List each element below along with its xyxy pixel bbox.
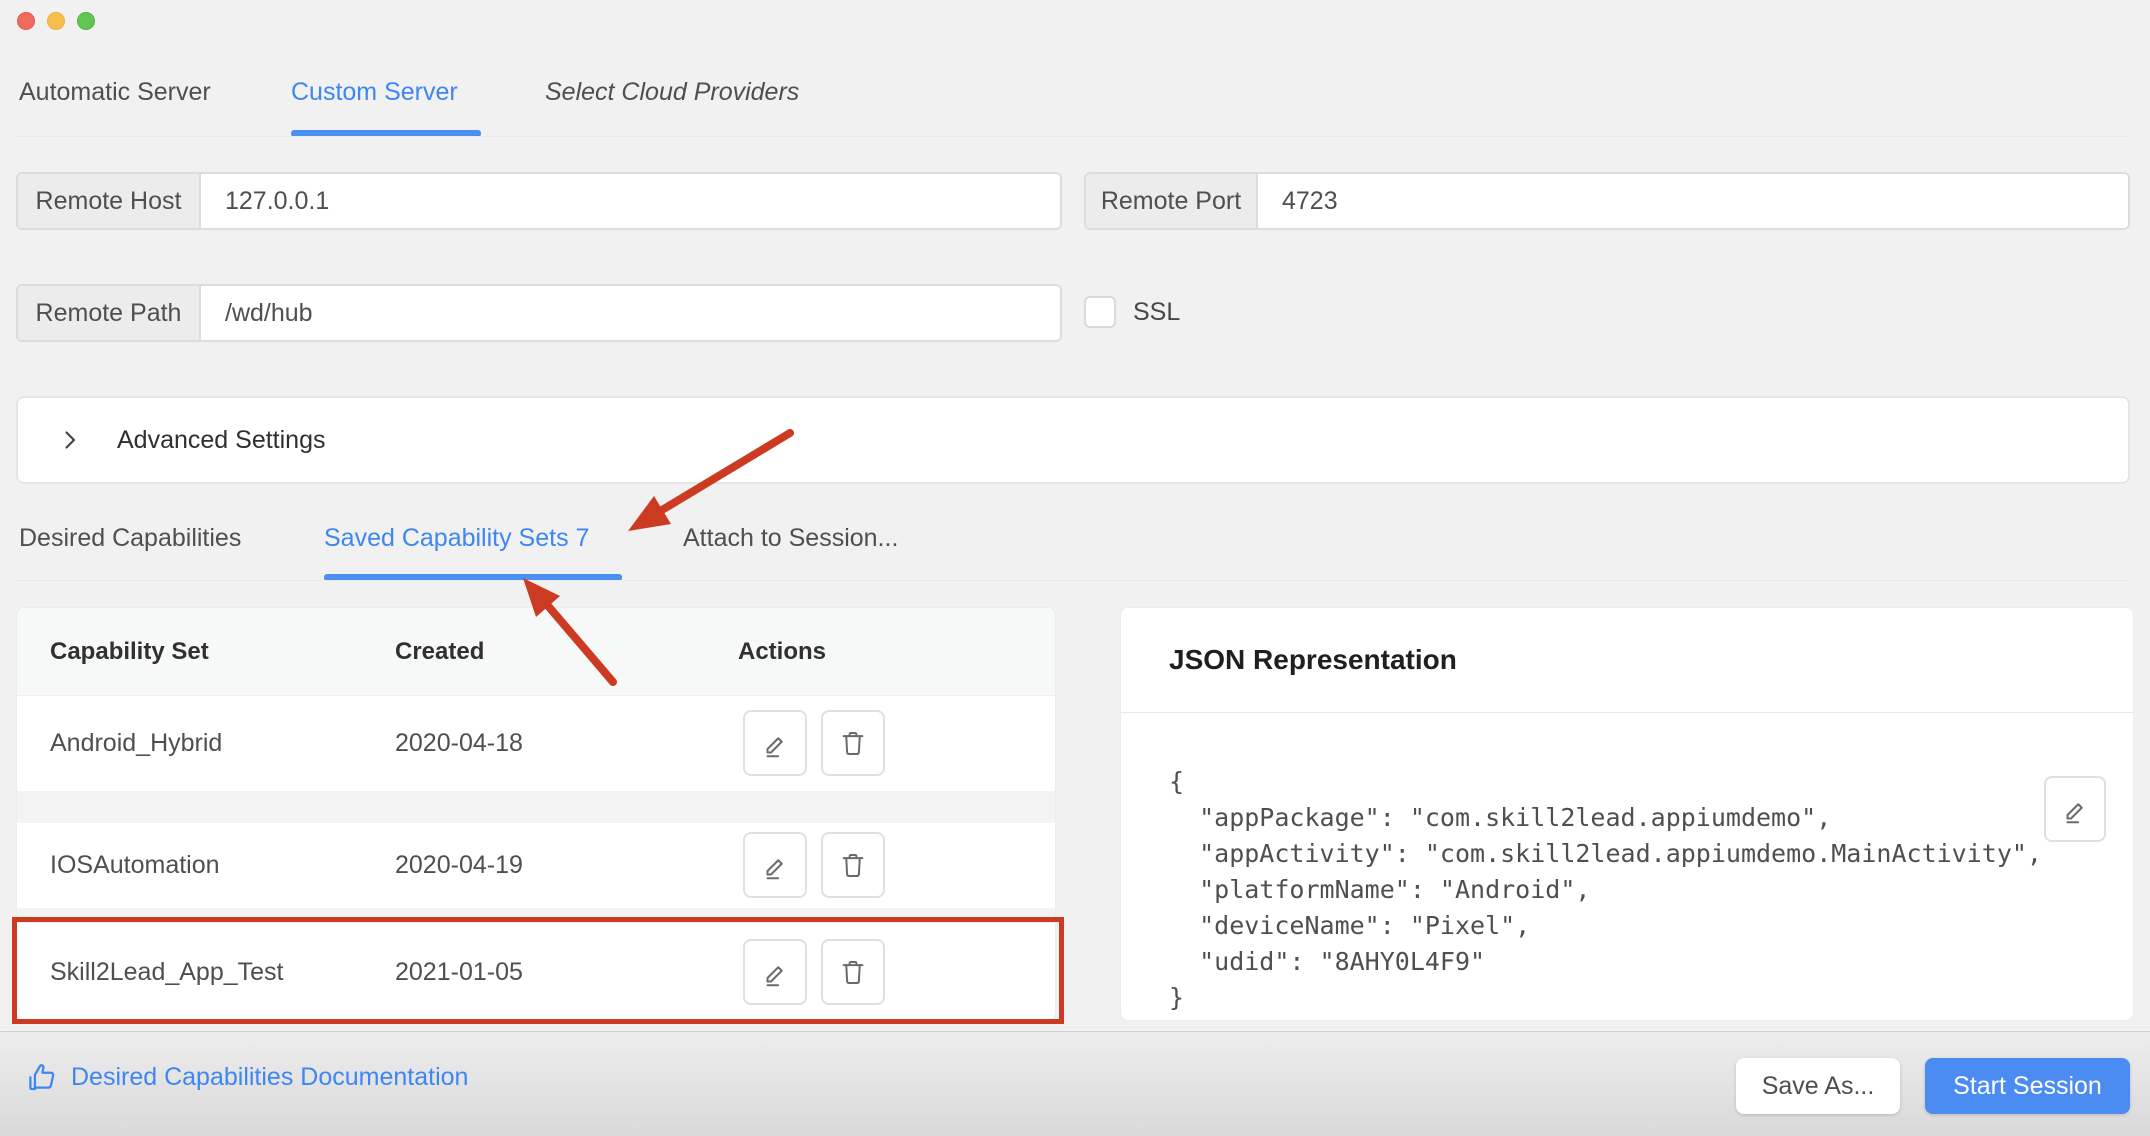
trash-icon xyxy=(842,961,864,984)
edit-button[interactable] xyxy=(743,939,807,1005)
thumbs-up-icon xyxy=(29,1064,55,1091)
capability-set-created: 2020-04-19 xyxy=(395,851,523,879)
json-line: "deviceName": "Pixel", xyxy=(1169,911,1531,940)
delete-button[interactable] xyxy=(821,710,885,776)
edit-button[interactable] xyxy=(743,832,807,898)
table-row[interactable]: Android_Hybrid 2020-04-18 xyxy=(17,696,1055,791)
table-header: Capability Set Created Actions xyxy=(17,608,1055,696)
delete-button[interactable] xyxy=(821,832,885,898)
trash-icon xyxy=(842,732,864,755)
table-row[interactable]: Skill2Lead_App_Test 2021-01-05 xyxy=(17,923,1055,1020)
remote-path-input[interactable] xyxy=(201,286,1060,340)
json-code-block: { "appPackage": "com.skill2lead.appiumde… xyxy=(1169,764,2042,1016)
chevron-right-icon xyxy=(65,431,76,449)
remote-port-input[interactable] xyxy=(1258,174,2128,228)
save-as-button[interactable]: Save As... xyxy=(1736,1058,1900,1114)
capability-set-created: 2020-04-18 xyxy=(395,729,523,757)
json-line: "platformName": "Android", xyxy=(1169,875,1591,904)
remote-host-field: Remote Host xyxy=(16,172,1062,230)
tab-bar-divider xyxy=(16,136,2130,137)
pencil-icon xyxy=(766,737,783,758)
footer-bar: Desired Capabilities Documentation Save … xyxy=(0,1031,2150,1136)
json-line: "udid": "8AHY0L4F9" xyxy=(1169,947,1486,976)
tab-desired-capabilities[interactable]: Desired Capabilities xyxy=(19,524,241,553)
table-row[interactable]: IOSAutomation 2020-04-19 xyxy=(17,823,1055,908)
remote-port-label: Remote Port xyxy=(1086,174,1258,228)
column-created: Created xyxy=(395,637,485,665)
capability-set-name: IOSAutomation xyxy=(50,851,220,879)
divider xyxy=(1121,712,2133,713)
doc-link-label: Desired Capabilities Documentation xyxy=(71,1062,469,1091)
ssl-checkbox[interactable] xyxy=(1084,296,1116,328)
remote-host-label: Remote Host xyxy=(18,174,201,228)
remote-path-field: Remote Path xyxy=(16,284,1062,342)
json-panel-title: JSON Representation xyxy=(1169,644,1457,675)
row-separator xyxy=(17,791,1055,823)
edit-json-button[interactable] xyxy=(2044,776,2106,842)
column-capability-set: Capability Set xyxy=(50,637,209,665)
json-representation-panel: JSON Representation { "appPackage": "com… xyxy=(1120,607,2134,1021)
tab-custom-server[interactable]: Custom Server xyxy=(291,78,458,107)
capability-set-created: 2021-01-05 xyxy=(395,958,523,986)
json-line: "appActivity": "com.skill2lead.appiumdem… xyxy=(1169,839,2042,868)
saved-capability-sets-table: Capability Set Created Actions Android_H… xyxy=(16,607,1056,1021)
json-line: } xyxy=(1169,983,1185,1012)
advanced-settings-toggle[interactable]: Advanced Settings xyxy=(16,396,2130,484)
trash-icon xyxy=(842,854,864,877)
delete-button[interactable] xyxy=(821,939,885,1005)
zoom-button[interactable] xyxy=(77,12,95,30)
tab-bar-divider xyxy=(16,580,2130,581)
tab-automatic-server[interactable]: Automatic Server xyxy=(19,78,211,107)
edit-button[interactable] xyxy=(743,710,807,776)
pencil-icon xyxy=(2066,803,2083,824)
capability-set-name: Android_Hybrid xyxy=(50,729,223,757)
remote-port-field: Remote Port xyxy=(1084,172,2130,230)
column-actions: Actions xyxy=(738,637,827,665)
advanced-settings-label: Advanced Settings xyxy=(117,425,326,454)
remote-path-label: Remote Path xyxy=(18,286,201,340)
tab-saved-capability-sets[interactable]: Saved Capability Sets 7 xyxy=(324,524,589,553)
close-button[interactable] xyxy=(17,12,35,30)
capability-set-name: Skill2Lead_App_Test xyxy=(50,958,284,986)
minimize-button[interactable] xyxy=(47,12,65,30)
start-session-button[interactable]: Start Session xyxy=(1925,1058,2130,1114)
remote-host-input[interactable] xyxy=(201,174,1060,228)
tab-select-cloud-providers[interactable]: Select Cloud Providers xyxy=(545,78,799,107)
pencil-icon xyxy=(766,966,783,987)
json-line: "appPackage": "com.skill2lead.appiumdemo… xyxy=(1169,803,1832,832)
row-separator xyxy=(17,908,1055,923)
json-line: { xyxy=(1169,767,1185,796)
ssl-label: SSL xyxy=(1133,298,1181,326)
tab-attach-to-session[interactable]: Attach to Session... xyxy=(683,524,898,553)
desired-capabilities-documentation-link[interactable]: Desired Capabilities Documentation xyxy=(25,1060,468,1094)
pencil-icon xyxy=(766,859,783,880)
